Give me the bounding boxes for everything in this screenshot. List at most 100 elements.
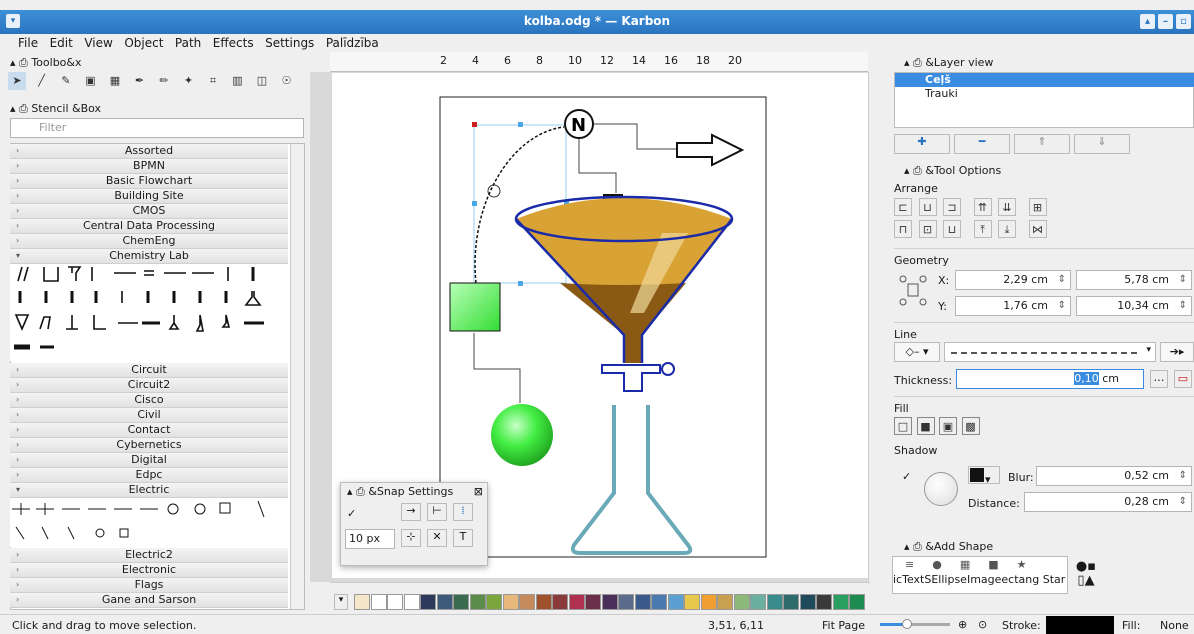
align-top-icon[interactable]: ⊓ <box>894 220 912 238</box>
palette-swatch[interactable] <box>502 594 519 610</box>
stencil-category[interactable]: › Circuit2 <box>10 378 288 393</box>
stencil-filter-input[interactable]: Filter <box>10 118 304 138</box>
stencil-category[interactable]: › Central Data Processing <box>10 219 288 234</box>
stencil-category[interactable]: › Assorted <box>10 144 288 159</box>
stencil-category[interactable]: › CMOS <box>10 204 288 219</box>
grid-tool-icon[interactable]: ▦ <box>106 72 124 90</box>
stencil-category[interactable]: ▾ Electric <box>10 483 288 498</box>
stencil-category[interactable]: › Civil <box>10 408 288 423</box>
expand-arrow-icon[interactable]: › <box>16 144 19 158</box>
shadow-color-picker[interactable]: ▾ <box>968 466 1000 486</box>
line-start-select[interactable]: ◇– ▾ <box>894 342 940 362</box>
zoom-tool-icon[interactable]: ◫ <box>253 72 271 90</box>
palette-swatch[interactable] <box>420 594 436 610</box>
collapse-icon[interactable]: ▴ ⎙ <box>904 56 925 69</box>
canvas-vscrollbar[interactable] <box>868 72 884 582</box>
back-icon[interactable]: ⤓ <box>998 220 1016 238</box>
front-icon[interactable]: ⤒ <box>973 220 992 238</box>
menu-edit[interactable]: Edit <box>46 34 77 52</box>
align-center-icon[interactable]: ⊔ <box>918 198 937 216</box>
anchor-point-icon[interactable] <box>898 272 928 306</box>
collapse-icon[interactable]: ▴ ⎙ <box>10 102 31 115</box>
height-input[interactable]: 10,34 cm <box>1076 296 1192 316</box>
snap-center-icon[interactable]: ⊹ <box>401 529 421 547</box>
menu-path[interactable]: Path <box>171 34 205 52</box>
palette-swatch[interactable] <box>469 594 486 610</box>
align-left-icon[interactable]: ⊏ <box>894 198 912 216</box>
palette-swatch[interactable] <box>601 594 618 610</box>
snap-text-icon[interactable]: T <box>453 529 473 547</box>
expand-arrow-icon[interactable]: › <box>16 563 19 577</box>
y-input[interactable]: 1,76 cm <box>955 296 1071 316</box>
expand-arrow-icon[interactable]: › <box>16 219 19 233</box>
stroke-swatch[interactable] <box>1046 616 1114 634</box>
shape-rectangle-label[interactable]: ectang <box>1001 573 1039 586</box>
stencil-category[interactable]: › BPMN <box>10 159 288 174</box>
palette-swatch[interactable] <box>403 594 420 610</box>
lower-icon[interactable]: ⇊ <box>998 198 1016 216</box>
stencil-category[interactable]: › Edpc <box>10 468 288 483</box>
expand-arrow-icon[interactable]: › <box>16 378 19 392</box>
expand-arrow-icon[interactable]: › <box>16 438 19 452</box>
stencil-scrollbar[interactable] <box>290 144 304 609</box>
palette-swatch[interactable] <box>370 594 387 610</box>
stencil-category[interactable]: › Gane and Sarson <box>10 593 288 608</box>
palette-swatch[interactable] <box>634 594 651 610</box>
pattern-tool-icon[interactable]: ⌗ <box>204 72 222 90</box>
expand-arrow-icon[interactable]: › <box>16 234 19 248</box>
expand-arrow-icon[interactable]: › <box>16 174 19 188</box>
menu-settings[interactable]: Settings <box>261 34 318 52</box>
gradient-fill-icon[interactable]: ▣ <box>939 417 957 435</box>
distance-input[interactable]: 0,28 cm <box>1024 492 1192 512</box>
collapse-icon[interactable]: ▴ ⎙ <box>10 56 31 69</box>
snap-intersect-icon[interactable]: ✕ <box>427 529 447 547</box>
palette-swatch[interactable] <box>799 594 816 610</box>
ungroup-icon[interactable]: ⋈ <box>1028 220 1047 238</box>
expand-arrow-icon[interactable]: › <box>16 393 19 407</box>
menu-view[interactable]: View <box>80 34 116 52</box>
palette-swatch[interactable] <box>651 594 667 610</box>
stencil-category[interactable]: ▾ Chemistry Lab <box>10 249 288 264</box>
text-tool-icon[interactable]: ▥ <box>229 72 247 90</box>
shape-tool-icon[interactable]: ▣ <box>82 72 100 90</box>
menu-object[interactable]: Object <box>120 34 167 52</box>
palette-swatch[interactable] <box>486 594 502 610</box>
palette-swatch[interactable] <box>750 594 766 610</box>
align-bottom-icon[interactable]: ⊔ <box>943 220 961 238</box>
horizontal-ruler[interactable]: 2 4 6 8 10 12 14 16 18 20 <box>330 52 868 72</box>
palette-swatch[interactable] <box>519 594 535 610</box>
collapse-icon[interactable]: ▴ ⎙ <box>347 485 368 498</box>
pencil-tool-icon[interactable]: ✏ <box>155 72 173 90</box>
lower-layer-icon[interactable]: ⇓ <box>1074 134 1130 154</box>
palette-swatch[interactable] <box>832 594 849 610</box>
expand-arrow-icon[interactable]: › <box>16 408 19 422</box>
expand-arrow-icon[interactable]: › <box>16 578 19 592</box>
thickness-input[interactable]: 0,10 cm <box>956 369 1144 389</box>
layer-item-path[interactable]: Ceļš <box>895 73 1194 87</box>
palette-swatch[interactable] <box>816 594 832 610</box>
width-input[interactable]: 5,78 cm <box>1076 270 1192 290</box>
expand-arrow-icon[interactable]: ▾ <box>16 483 20 497</box>
expand-arrow-icon[interactable]: › <box>16 548 19 562</box>
zoom-fit-icon[interactable]: ⊙ <box>978 618 987 631</box>
selection-handle[interactable] <box>518 281 523 286</box>
blur-input[interactable]: 0,52 cm <box>1036 466 1192 486</box>
snap-guide-icon[interactable]: → <box>401 503 421 521</box>
collapse-icon[interactable]: ▴ ⎙ <box>904 540 925 553</box>
palette-swatch[interactable] <box>568 594 585 610</box>
expand-arrow-icon[interactable]: › <box>16 468 19 482</box>
align-right-icon[interactable]: ⊐ <box>943 198 961 216</box>
path-tool-icon[interactable]: ✎ <box>57 72 75 90</box>
shadow-checkbox[interactable]: ✓ <box>902 470 911 483</box>
palette-swatch[interactable] <box>849 594 865 610</box>
align-middle-icon[interactable]: ⊡ <box>918 220 937 238</box>
shape-ellipse-label[interactable]: SEllipse <box>924 573 967 586</box>
expand-arrow-icon[interactable]: › <box>16 363 19 377</box>
raise-icon[interactable]: ⇈ <box>973 198 992 216</box>
color-palette[interactable]: ▾ <box>330 592 870 612</box>
expand-arrow-icon[interactable]: › <box>16 453 19 467</box>
pan-tool-icon[interactable]: ☉ <box>278 72 296 90</box>
solid-fill-icon[interactable]: ■ <box>916 417 935 435</box>
gradient-tool-icon[interactable]: ✦ <box>180 72 198 90</box>
snap-grid-icon[interactable]: ⁞ <box>453 503 473 521</box>
